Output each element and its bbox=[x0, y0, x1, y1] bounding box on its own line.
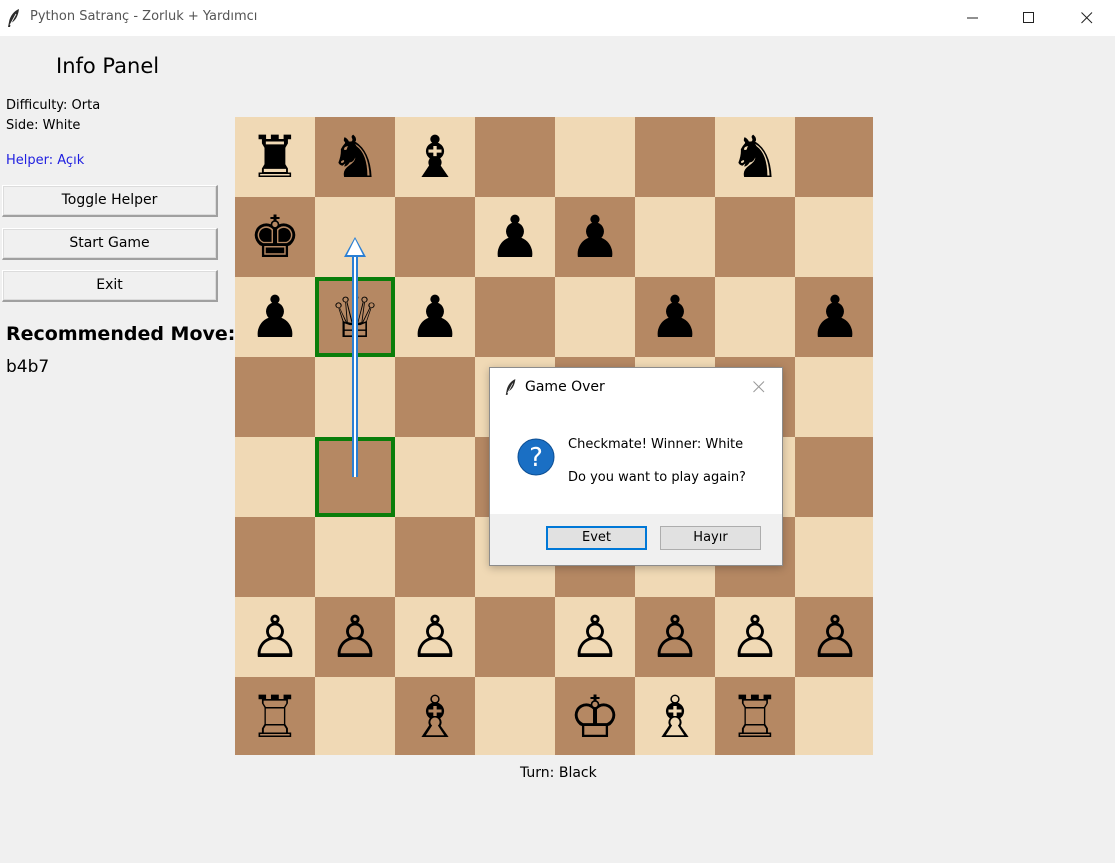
difficulty-label: Difficulty: Orta bbox=[6, 98, 101, 113]
game-over-dialog: Game Over ? Checkmate! Winner: White Do … bbox=[489, 367, 783, 566]
side-label: Side: White bbox=[6, 118, 81, 133]
panel-title: Info Panel bbox=[56, 54, 160, 78]
close-button[interactable] bbox=[1064, 0, 1110, 36]
recommended-move-label: Recommended Move: bbox=[6, 323, 236, 345]
svg-text:?: ? bbox=[529, 443, 543, 473]
turn-indicator: Turn: Black bbox=[520, 765, 597, 781]
minimize-icon bbox=[967, 17, 978, 19]
helper-status: Helper: Açık bbox=[6, 153, 85, 168]
dialog-message-result: Checkmate! Winner: White bbox=[568, 437, 744, 452]
arrow-head-highlight bbox=[347, 239, 363, 255]
dialog-message-question: Do you want to play again? bbox=[568, 470, 746, 485]
title-bar: Python Satranç - Zorluk + Yardımcı bbox=[0, 0, 1115, 36]
feather-icon bbox=[505, 379, 516, 395]
exit-button[interactable]: Exit bbox=[2, 270, 218, 302]
dialog-footer: Evet Hayır bbox=[490, 514, 782, 565]
recommended-move-value: b4b7 bbox=[6, 357, 50, 377]
dialog-title: Game Over bbox=[525, 379, 605, 395]
window-title: Python Satranç - Zorluk + Yardımcı bbox=[30, 9, 258, 24]
app-window: Python Satranç - Zorluk + Yardımcı Info … bbox=[0, 0, 1115, 863]
question-icon: ? bbox=[517, 438, 555, 476]
close-icon bbox=[1081, 12, 1093, 24]
minimize-button[interactable] bbox=[950, 0, 996, 36]
dialog-close-icon[interactable] bbox=[753, 381, 765, 393]
maximize-button[interactable] bbox=[1006, 0, 1052, 36]
start-game-button[interactable]: Start Game bbox=[2, 228, 218, 260]
no-button[interactable]: Hayır bbox=[660, 526, 761, 550]
maximize-icon bbox=[1023, 12, 1034, 23]
toggle-helper-button[interactable]: Toggle Helper bbox=[2, 185, 218, 217]
yes-button[interactable]: Evet bbox=[546, 526, 647, 550]
feather-icon bbox=[8, 9, 19, 27]
